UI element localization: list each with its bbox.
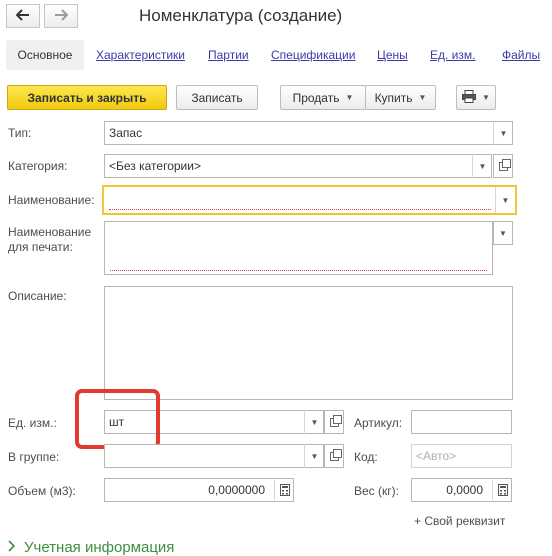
chevron-down-icon[interactable]: ▼ [495, 187, 515, 213]
sell-label: Продать [292, 90, 340, 105]
type-value: Запас [109, 126, 143, 140]
chevron-down-icon: ▼ [418, 93, 427, 102]
required-underline [110, 270, 487, 271]
tab-files[interactable]: Файлы [502, 48, 540, 62]
tab-batches[interactable]: Партии [208, 48, 249, 62]
chevron-right-icon [8, 539, 16, 556]
printer-icon [462, 89, 477, 106]
description-label: Описание: [8, 289, 67, 303]
type-label: Тип: [8, 126, 32, 140]
article-input[interactable] [411, 410, 512, 434]
open-unit-button[interactable] [324, 410, 344, 434]
sell-button[interactable]: Продать ▼ [280, 85, 366, 110]
calculator-icon[interactable] [492, 478, 512, 502]
calculator-icon[interactable] [274, 478, 294, 502]
accounting-section-title: Учетная информация [24, 539, 175, 556]
chevron-down-icon[interactable]: ▼ [304, 410, 324, 434]
weight-value: 0,0000 [446, 483, 483, 497]
arrow-right-icon [54, 8, 69, 24]
print-name-input[interactable] [104, 221, 493, 275]
open-icon [498, 158, 511, 171]
code-label: Код: [354, 450, 378, 464]
tab-characteristics[interactable]: Характеристики [96, 48, 185, 62]
tab-prices[interactable]: Цены [377, 48, 408, 62]
print-name-dropdown[interactable]: ▼ [493, 221, 513, 245]
article-label: Артикул: [354, 416, 403, 430]
chevron-down-icon[interactable]: ▼ [493, 121, 513, 145]
tab-units[interactable]: Ед. изм. [430, 48, 475, 62]
type-field[interactable]: Запас ▼ [104, 121, 513, 145]
save-label: Записать [191, 90, 243, 105]
buy-button[interactable]: Купить ▼ [365, 85, 436, 110]
chevron-down-icon: ▼ [345, 93, 354, 102]
open-category-button[interactable] [493, 154, 513, 178]
chevron-down-icon: ▼ [499, 228, 507, 238]
name-input[interactable]: ▼ [102, 185, 517, 215]
buy-label: Купить [374, 90, 413, 105]
forward-button[interactable] [44, 4, 78, 28]
print-button[interactable]: ▼ [456, 85, 496, 110]
highlight-box [75, 389, 160, 449]
window-title: Номенклатура (создание) [139, 6, 343, 25]
weight-label: Вес (кг): [354, 484, 399, 498]
name-label: Наименование: [8, 193, 95, 207]
group-field[interactable]: ▼ [104, 444, 324, 468]
open-icon [329, 448, 342, 461]
code-input[interactable]: <Авто> [411, 444, 512, 468]
chevron-down-icon: ▼ [482, 93, 490, 102]
volume-input[interactable]: 0,0000000 [104, 478, 294, 502]
save-and-close-button[interactable]: Записать и закрыть [7, 85, 167, 110]
open-icon [329, 414, 342, 427]
unit-label: Ед. изм.: [8, 416, 57, 430]
back-button[interactable] [6, 4, 40, 28]
category-value: <Без категории> [109, 159, 201, 173]
tab-main[interactable]: Основное [6, 40, 84, 70]
save-and-close-label: Записать и закрыть [27, 90, 147, 105]
volume-value: 0,0000000 [208, 483, 265, 497]
chevron-down-icon[interactable]: ▼ [472, 154, 492, 178]
volume-label: Объем (м3): [8, 484, 76, 498]
accounting-section-header[interactable]: Учетная информация [8, 539, 174, 556]
save-button[interactable]: Записать [176, 85, 258, 110]
weight-input[interactable]: 0,0000 [411, 478, 512, 502]
arrow-left-icon [15, 8, 30, 24]
chevron-down-icon[interactable]: ▼ [304, 444, 324, 468]
add-attribute-link[interactable]: + Свой реквизит [414, 514, 505, 529]
tab-specifications[interactable]: Спецификации [271, 48, 355, 62]
description-input[interactable] [104, 286, 513, 400]
code-placeholder: <Авто> [416, 449, 457, 463]
required-underline [109, 209, 491, 210]
group-label: В группе: [8, 450, 60, 464]
open-group-button[interactable] [324, 444, 344, 468]
category-field[interactable]: <Без категории> ▼ [104, 154, 492, 178]
print-name-label: Наименование для печати: [8, 225, 92, 254]
category-label: Категория: [8, 159, 68, 173]
